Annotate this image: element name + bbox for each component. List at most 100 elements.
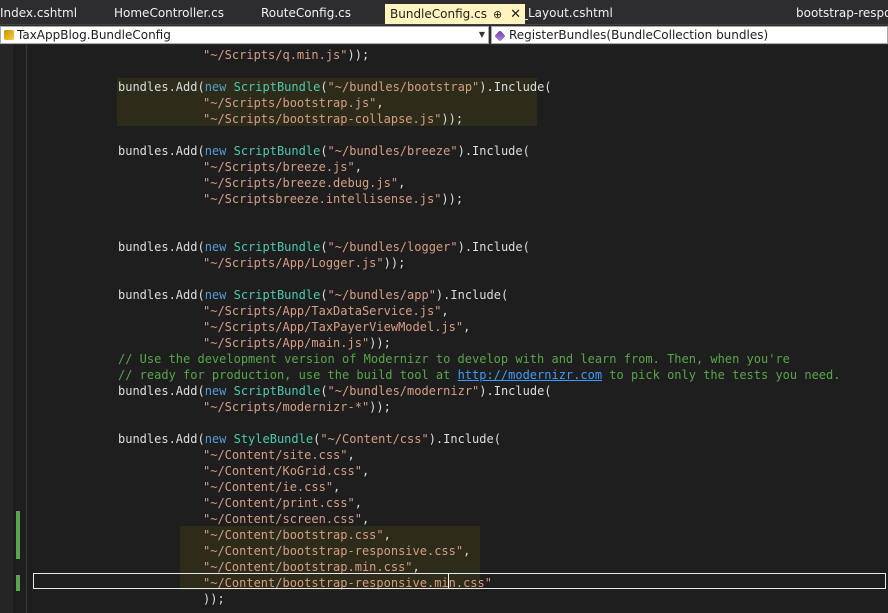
code-token: "~/Content/ie.css" (203, 480, 334, 494)
chevron-down-icon: ▼ (478, 30, 485, 39)
indicator-margin (0, 45, 13, 613)
code-token: ).Include( (428, 432, 501, 446)
code-token: ScriptBundle (233, 144, 321, 158)
code-token: ( (320, 384, 328, 398)
code-token: , (354, 160, 362, 174)
code-token: "~/Content/bootstrap.css" (203, 528, 384, 542)
code-token: to pick only the tests you need. (602, 368, 841, 382)
code-token: , (463, 320, 471, 334)
code-line: "~/Scripts/App/main.js")); (203, 335, 391, 351)
code-line: // Use the development version of Modern… (118, 351, 790, 367)
tab-label: Index.cshtml (0, 6, 78, 20)
code-token: , (347, 448, 355, 462)
text-caret (448, 574, 449, 588)
code-line: bundles.Add(new ScriptBundle("~/bundles/… (118, 383, 552, 399)
type-selector-value: TaxAppBlog.BundleConfig (17, 28, 171, 42)
code-token: "~/Scripts/bootstrap-collapse.js" (203, 112, 442, 126)
code-token: )); (203, 592, 225, 606)
code-line: "~/Scripts/bootstrap.js", (203, 95, 384, 111)
code-token: "~/Content/print.css" (203, 496, 355, 510)
current-line-highlight (33, 573, 886, 589)
code-token: new (204, 432, 234, 446)
tab-routeconfig-cs[interactable]: RouteConfig.cs (261, 0, 351, 24)
code-token: // Use the development version of Modern… (118, 352, 790, 366)
code-token: , (412, 560, 420, 574)
code-line: "~/Content/screen.css", (203, 511, 369, 527)
close-tab-icon[interactable]: ✕ (510, 5, 521, 24)
tab-homecontroller-cs[interactable]: HomeController.cs (114, 0, 224, 24)
code-token: "~/Scripts/App/TaxDataService.js" (203, 304, 442, 318)
code-token: ).Include( (457, 144, 530, 158)
code-token: "~/Scriptsbreeze.intellisense.js" (203, 192, 442, 206)
code-token: new (204, 288, 234, 302)
code-line: "~/Scripts/breeze.js", (203, 159, 362, 175)
code-line: "~/Content/bootstrap-responsive.css", (203, 543, 470, 559)
code-token: ).Include( (479, 80, 552, 94)
code-token: bundles.Add( (118, 432, 205, 446)
code-token: "~/Scripts/breeze.js" (203, 160, 355, 174)
code-token: "~/bundles/logger" (327, 240, 458, 254)
code-token: new (204, 240, 234, 254)
code-token: "~/Scripts/modernizr-*" (203, 400, 370, 414)
code-token: "~/Scripts/App/main.js" (203, 336, 370, 350)
pin-tab-icon[interactable]: ⊕ (493, 5, 502, 24)
code-line: )); (203, 591, 225, 607)
code-token: "~/bundles/bootstrap" (327, 80, 480, 94)
code-token: )); (441, 192, 464, 206)
code-token: ( (320, 240, 328, 254)
code-token: "~/Scripts/breeze.debug.js" (203, 176, 399, 190)
code-token: )); (383, 256, 406, 270)
code-token: "~/bundles/breeze" (327, 144, 458, 158)
code-line: "~/Content/ie.css", (203, 479, 340, 495)
code-token: ScriptBundle (233, 240, 321, 254)
code-token: , (441, 304, 449, 318)
tab-bundleconfig-cs[interactable]: BundleConfig.cs ⊕ ✕ (385, 4, 526, 24)
code-link[interactable]: http://modernizr.com (458, 368, 603, 382)
class-icon (4, 30, 14, 40)
code-token: ( (320, 80, 328, 94)
member-selector-dropdown[interactable]: RegisterBundles(BundleCollection bundles… (491, 26, 888, 44)
code-token: , (361, 512, 370, 526)
tab-label: HomeController.cs (114, 6, 225, 20)
code-token: , (333, 480, 341, 494)
code-token: "~/Scripts/q.min.js" (203, 48, 348, 62)
code-token: , (361, 464, 370, 478)
code-token: bundles.Add( (118, 288, 205, 302)
tab-label: BundleConfig.cs (390, 7, 487, 21)
code-token: , (398, 176, 406, 190)
code-token: bundles.Add( (118, 384, 205, 398)
code-line: // ready for production, use the build t… (118, 367, 840, 383)
code-token: "~/Scripts/bootstrap.js" (203, 96, 377, 110)
tab-index-cshtml[interactable]: Index.cshtml (0, 0, 77, 24)
code-token: ).Include( (435, 288, 509, 302)
tab-label: bootstrap-responsive.css (796, 6, 888, 20)
code-line: "~/Content/print.css", (203, 495, 362, 511)
code-line: "~/Scripts/modernizr-*")); (203, 399, 391, 415)
code-line: "~/Content/bootstrap.css", (203, 527, 391, 543)
code-line: bundles.Add(new ScriptBundle("~/bundles/… (118, 79, 552, 95)
code-line: bundles.Add(new ScriptBundle("~/bundles/… (118, 287, 508, 303)
code-token: bundles.Add( (118, 240, 205, 254)
code-token: bundles.Add( (118, 80, 205, 94)
code-token: ScriptBundle (233, 80, 321, 94)
code-token: , (354, 496, 362, 510)
code-token: "~/Content/site.css" (203, 448, 348, 462)
tab-label: RouteConfig.cs (261, 6, 351, 20)
code-token: )); (369, 400, 391, 414)
code-token: "~/bundles/modernizr" (327, 384, 480, 398)
code-token: // ready for production, use the build t… (118, 368, 458, 382)
code-line: "~/Content/site.css", (203, 447, 355, 463)
code-token: new (204, 384, 234, 398)
tab-layout-cshtml[interactable]: _Layout.cshtml (522, 0, 613, 24)
code-editor[interactable]: "~/Scripts/q.min.js")); bundles.Add(new S… (0, 45, 888, 613)
code-token: ScriptBundle (233, 288, 321, 302)
code-token: , (376, 96, 384, 110)
type-selector-dropdown[interactable]: TaxAppBlog.BundleConfig ▼ (0, 26, 489, 44)
tab-bootstrap-responsive-css[interactable]: bootstrap-responsive.css (796, 0, 888, 24)
code-token: ( (320, 288, 328, 302)
code-token: "~/Content/KoGrid.css" (203, 464, 362, 478)
code-token: "~/bundles/app" (327, 288, 436, 302)
code-line: "~/Scriptsbreeze.intellisense.js")); (203, 191, 463, 207)
code-line: "~/Scripts/breeze.debug.js", (203, 175, 405, 191)
code-token: ( (320, 144, 328, 158)
